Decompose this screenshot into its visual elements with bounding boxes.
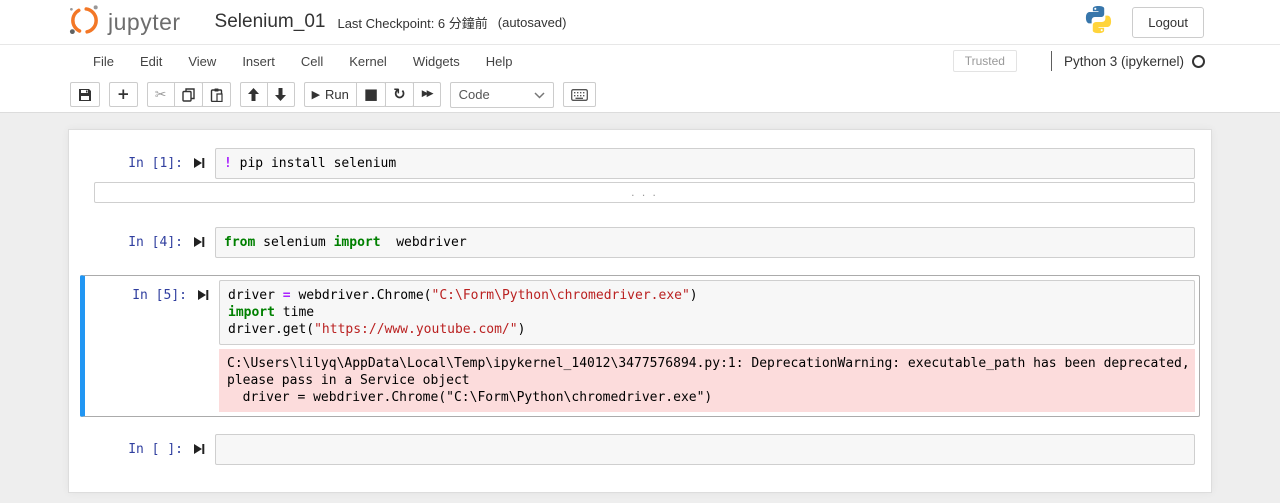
collapsed-output[interactable]: . . . [94,182,1195,203]
code-segment: ) [517,322,526,337]
checkpoint-text: Last Checkpoint: 6 分鐘前 [337,15,488,31]
jupyter-logo[interactable]: jupyter [68,3,181,41]
menubar: File Edit View Insert Cell Kernel Widget… [0,45,1280,77]
menu-insert[interactable]: Insert [229,49,288,74]
toolbar: + ✂ ▶ Run ■ ↻ ▶▶ Code [0,77,1280,113]
stderr-output: C:\Users\lilyq\AppData\Local\Temp\ipyker… [219,349,1195,412]
arrow-down-icon [275,88,287,101]
input-prompt: In [4]: [128,235,183,250]
code-segment: driver.get( [228,322,315,337]
code-input[interactable] [215,434,1195,465]
fast-forward-icon: ▶▶ [421,89,434,99]
stderr-line: please pass in a Service object [227,373,470,388]
restart-icon: ↻ [393,85,406,103]
menu-file[interactable]: File [80,49,127,74]
code-segment: from [224,235,256,250]
code-segment: time [274,305,315,320]
code-segment: webdriver [380,235,467,250]
code-segment: import [333,235,381,250]
kernel-idle-icon [1192,54,1205,68]
copy-cell-button[interactable] [173,82,203,107]
code-segment: driver [228,288,283,303]
code-segment: pip install selenium [231,156,397,171]
notebook-container: In [1]: ! pip install selenium . . . In … [68,129,1212,493]
code-segment: "https://www.youtube.com/" [314,322,518,337]
paste-icon [210,88,223,102]
stderr-line: driver = webdriver.Chrome("C:\Form\Pytho… [227,390,713,405]
notebook-page: In [1]: ! pip install selenium . . . In … [0,113,1280,503]
input-prompt: In [ ]: [128,442,183,457]
python-logo-icon [1083,4,1114,40]
move-cell-up-button[interactable] [239,82,268,107]
cell-type-dropdown[interactable]: Code [449,81,554,108]
jupyter-logo-icon [68,3,101,41]
jupyter-logo-text: jupyter [108,8,181,35]
input-prompt: In [5]: [132,288,187,303]
play-icon: ▶ [311,88,321,101]
autosave-text: (autosaved) [497,14,567,30]
code-segment: "C:\Form\Python\chromedriver.exe" [431,288,690,303]
restart-run-all-button[interactable]: ▶▶ [412,82,441,107]
header: jupyter Selenium_01 Last Checkpoint: 6 分… [0,0,1280,45]
add-cell-button[interactable]: + [109,82,138,107]
logout-button[interactable]: Logout [1132,6,1204,38]
code-segment: selenium [255,235,334,250]
run-button[interactable]: ▶ Run [303,82,357,107]
save-button[interactable] [70,82,100,107]
notebook-title[interactable]: Selenium_01 [215,11,326,33]
cell-expand-icon[interactable] [183,227,215,248]
cell-expand-icon[interactable] [183,148,215,169]
code-input[interactable]: from selenium import webdriver [215,227,1195,258]
code-input[interactable]: ! pip install selenium [215,148,1195,179]
chevron-down-icon [534,87,545,102]
paste-cell-button[interactable] [201,82,231,107]
menu-edit[interactable]: Edit [127,49,175,74]
save-icon [78,88,92,102]
plus-icon: + [117,85,130,103]
copy-icon [181,87,195,102]
stop-icon: ■ [363,85,379,103]
command-palette-button[interactable] [562,82,596,107]
cell-type-value: Code [458,87,490,102]
code-segment: import [228,305,275,320]
cell-expand-icon[interactable] [183,434,215,455]
menu-kernel[interactable]: Kernel [336,49,400,74]
kernel-name[interactable]: Python 3 (ipykernel) [1064,54,1184,69]
cell-expand-icon[interactable] [187,280,219,301]
scissors-icon: ✂ [154,86,167,103]
menu-help[interactable]: Help [473,49,526,74]
code-cell-2[interactable]: In [4]: from selenium import webdriver [80,222,1200,263]
cut-cell-button[interactable]: ✂ [146,82,175,107]
stop-kernel-button[interactable]: ■ [355,82,387,107]
code-segment: = [282,288,291,303]
input-prompt: In [1]: [128,156,183,171]
menu-cell[interactable]: Cell [288,49,336,74]
restart-kernel-button[interactable]: ↻ [385,82,414,107]
code-cell-3-selected[interactable]: In [5]: driver = webdriver.Chrome("C:\Fo… [80,275,1200,417]
kernel-divider [1050,51,1052,71]
move-cell-down-button[interactable] [266,82,295,107]
code-segment: ! [224,156,232,171]
menu-widgets[interactable]: Widgets [400,49,473,74]
stderr-line: C:\Users\lilyq\AppData\Local\Temp\ipyker… [227,356,1190,371]
code-segment: ) [689,288,698,303]
trusted-badge: Trusted [952,50,1017,72]
code-input[interactable]: driver = webdriver.Chrome("C:\Form\Pytho… [219,280,1195,345]
code-segment: webdriver.Chrome( [290,288,432,303]
menu-view[interactable]: View [175,49,229,74]
arrow-up-icon [248,88,260,101]
run-button-label: Run [325,87,349,102]
code-cell-1[interactable]: In [1]: ! pip install selenium . . . [80,143,1200,208]
code-cell-4-empty[interactable]: In [ ]: [80,429,1200,470]
keyboard-icon [570,88,588,101]
